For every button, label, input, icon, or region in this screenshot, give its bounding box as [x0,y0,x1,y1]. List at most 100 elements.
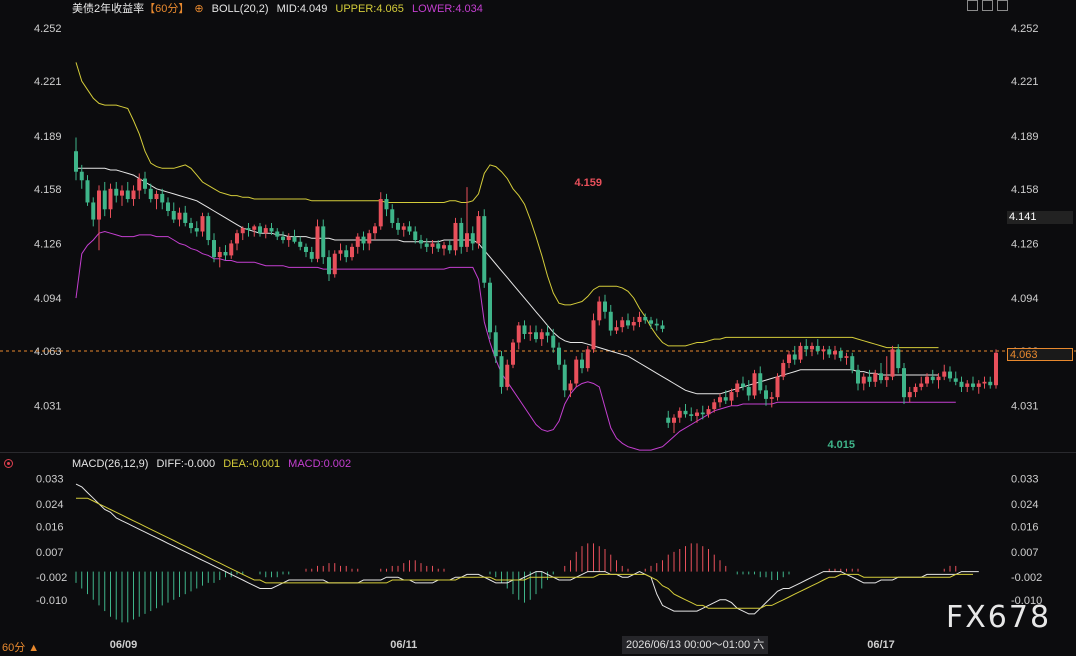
candle-body [752,373,757,396]
candle-body [459,222,464,247]
macd-axis-tick-right: -0.002 [1011,572,1042,584]
macd-axis-tick-left: -0.002 [36,572,67,584]
candle-body [746,386,751,396]
candle-body [591,320,596,350]
candle-body [620,320,625,328]
candle-body [246,228,251,230]
candle-body [327,257,331,275]
cursor-price-badge: 4.141 [1007,211,1073,224]
candle-body [476,216,481,244]
y-axis-tick-left: 4.031 [34,401,62,413]
macd-label[interactable]: MACD(26,12,9) [72,458,148,470]
candle-body [114,188,119,196]
candle-body [482,216,487,283]
candle-body [965,383,970,387]
candle-body [258,226,262,234]
candle-body [396,222,400,230]
candle-body [695,412,699,416]
candle-body [499,356,504,387]
candle-body [189,222,193,229]
candle-body [194,228,199,232]
candle-body [626,320,630,326]
candle-body [683,410,688,415]
macd-dea: DEA:-0.001 [223,458,281,470]
candle-body [942,371,947,377]
y-axis-tick-left: 4.158 [34,184,62,196]
candle-body [907,392,912,398]
candle-body [551,335,556,348]
candle-body [424,243,429,247]
y-axis-tick-right: 4.221 [1011,76,1039,88]
candle-body [976,383,981,387]
macd-axis-tick-right: 0.024 [1011,499,1039,511]
candle-body [953,378,958,382]
candle-body [91,202,96,220]
candle-body [781,363,786,377]
y-axis-tick-left: 4.126 [34,238,62,250]
candle-body [177,212,182,220]
candle-body [948,371,952,379]
y-axis-tick-right: 4.126 [1011,238,1039,250]
candle-body [764,390,768,399]
candle-body [413,231,418,241]
candle-body [873,373,878,382]
candle-body [706,409,711,415]
candle-body [700,412,705,415]
candle-body [879,373,883,381]
candle-body [712,402,717,410]
candle-body [833,351,837,355]
candle-body [890,349,895,377]
chart-canvas[interactable]: 4.252 4.252 4.221 4.221 4.189 4.189 4.158 4.158… [0,0,1076,656]
candle-body [677,410,682,418]
candle-body [373,226,377,234]
macd-axis-tick-left: 0.007 [36,547,64,559]
boll-upper-line [75,62,939,349]
candle-body [120,190,124,196]
y-axis-tick-left: 4.094 [34,293,62,305]
candle-body [367,233,372,244]
candle-body [493,332,498,357]
candle-body [108,188,113,210]
candle-body [534,332,538,340]
candle-body [856,369,860,384]
target-icon[interactable] [4,459,13,468]
candle-body [718,397,722,403]
candle-body [741,383,745,387]
candle-body [539,332,544,340]
candle-body [338,250,343,254]
candle-body [442,245,446,249]
candle-body [804,345,809,350]
candle-body [378,199,383,227]
candle-body [275,231,280,237]
candle-body [775,376,780,398]
candle-body [511,342,515,365]
y-axis-tick-left: 4.221 [34,76,62,88]
candle-body [580,359,584,369]
candle-body [430,243,435,247]
candle-body [528,332,533,334]
candle-body [160,193,165,203]
period-selector[interactable]: 60分 ▲ [2,639,39,655]
candle-body [217,251,222,258]
candle-body [235,233,239,244]
x-axis-tick: 06/11 [390,639,417,651]
candle-body [614,327,619,331]
y-axis-tick-left: 4.063 [34,346,62,358]
candle-body [568,383,573,391]
time-tooltip: 2026/06/13 00:00～01:00 六 [622,636,769,654]
candle-body [723,397,728,401]
watermark-logo: FX678 [946,600,1052,635]
candle-body [545,332,550,336]
candle-body [436,243,441,249]
candle-body [884,376,889,381]
candle-body [102,190,107,210]
candle-body [562,364,567,391]
candle-body [292,236,297,242]
candle-body [85,180,90,203]
candle-body [637,316,642,323]
candle-body [223,251,228,256]
candle-body [269,228,274,232]
macd-axis-tick-left: 0.033 [36,473,64,485]
candle-body [229,243,234,256]
chart-window: 美债2年收益率【60分】 ⊕ BOLL(20,2) MID:4.049 UPPER… [0,0,1076,656]
